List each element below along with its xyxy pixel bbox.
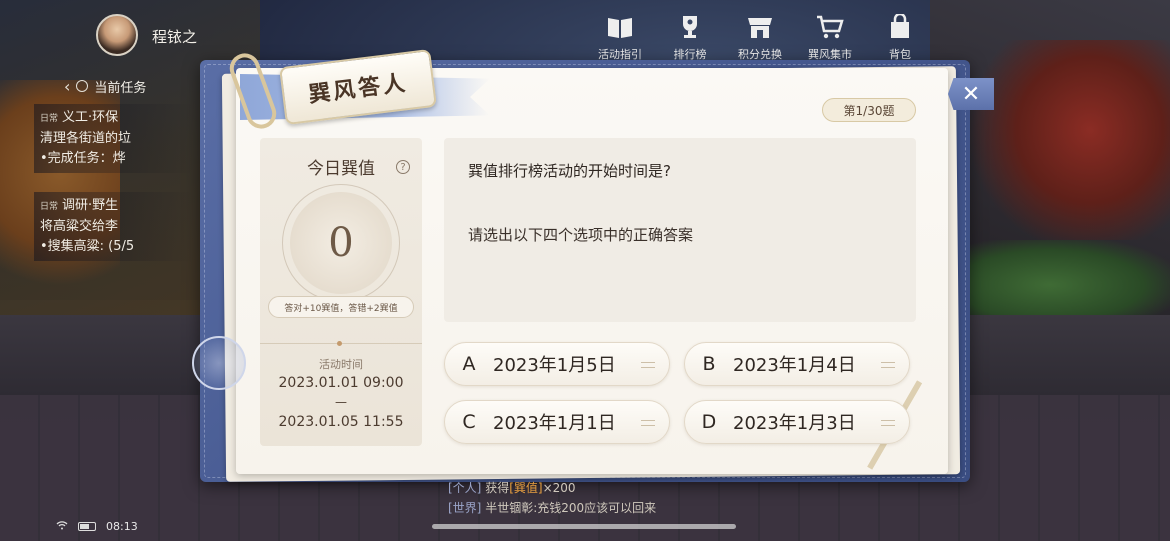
compass-decoration (192, 336, 246, 390)
battery-icon (78, 522, 96, 531)
home-indicator[interactable] (432, 524, 736, 529)
chat-text: 获得 (481, 481, 510, 495)
chat-text: 半世锢彰:充钱200应该可以回来 (481, 501, 657, 515)
task-item[interactable]: 日常 调研·野生 将高粱交给李 •搜集高粱: (5/5 (34, 192, 194, 261)
option-ornament-icon (881, 362, 895, 368)
task-header[interactable]: ‹ 当前任务 (64, 72, 214, 100)
shop-icon (745, 12, 775, 42)
score-card: 今日巽值 ? 0 答对+10巽值，答错+2巽值 活动时间 2023.01.01 … (260, 138, 422, 446)
task-progress: •完成任务：烨 (40, 151, 126, 166)
option-a-button[interactable]: A 2023年1月5日 (444, 342, 670, 386)
task-desc: 将高粱交给李 (40, 219, 119, 234)
score-value: 0 (328, 220, 354, 266)
score-circle: 0 (282, 184, 400, 302)
status-bar: 08:13 (56, 520, 138, 533)
question-hint: 请选出以下四个选项中的正确答案 (468, 226, 694, 244)
option-text: 2023年1月5日 (493, 355, 616, 376)
task-item[interactable]: 日常 义工·环保 清理各街道的垃 •完成任务：烨 (34, 104, 194, 173)
option-letter: D (701, 411, 717, 433)
option-c-button[interactable]: C 2023年1月1日 (444, 400, 670, 444)
wifi-icon (56, 520, 68, 533)
bag-icon (885, 12, 915, 42)
close-icon: ✕ (961, 81, 981, 107)
nav-points-exchange[interactable]: 积分兑换 (730, 12, 790, 62)
divider (260, 340, 422, 348)
task-progress: •搜集高粱: (5/5 (40, 239, 135, 254)
option-ornament-icon (881, 420, 895, 426)
option-ornament-icon (641, 420, 655, 426)
player-name: 程铱之 (152, 28, 198, 46)
chat-line: [个人] 获得[巽值]×200 (448, 478, 656, 498)
activity-time-start: 2023.01.01 09:00 (278, 375, 404, 391)
task-circle-icon (76, 80, 89, 92)
task-desc: 清理各街道的垃 (40, 131, 132, 146)
option-text: 2023年1月3日 (733, 413, 856, 434)
nav-market[interactable]: 巽风集市 (800, 12, 860, 62)
option-letter: A (462, 353, 476, 375)
chat-text: ×200 (542, 481, 576, 495)
activity-time-label: 活动时间 (319, 358, 363, 371)
nav-bag[interactable]: 背包 (870, 12, 930, 62)
option-d-button[interactable]: D 2023年1月3日 (684, 400, 910, 444)
option-ornament-icon (641, 362, 655, 368)
chat-line: [世界] 半世锢彰:充钱200应该可以回来 (448, 498, 656, 518)
task-tag: 日常 (40, 114, 59, 124)
help-icon[interactable]: ? (396, 160, 410, 174)
task-tag: 日常 (40, 202, 59, 212)
option-text: 2023年1月1日 (493, 413, 616, 434)
background-tree-right (970, 40, 1170, 240)
chat-item: [巽值] (509, 481, 543, 495)
task-title: 义工·环保 (62, 110, 119, 125)
cart-icon (815, 12, 845, 42)
close-button[interactable]: ✕ (948, 78, 994, 110)
option-b-button[interactable]: B 2023年1月4日 (684, 342, 910, 386)
chat-channel: [个人] (448, 481, 482, 495)
collapse-arrow-icon[interactable]: ‹ (64, 77, 70, 96)
task-title: 调研·野生 (62, 198, 119, 213)
modal-title: 巽风答人 (307, 69, 410, 108)
question-text: 巽值排行榜活动的开始时间是? (468, 162, 671, 180)
question-counter: 第1/30题 (822, 98, 916, 122)
clock: 08:13 (106, 520, 138, 533)
task-header-label: 当前任务 (94, 80, 147, 96)
nav-ranking[interactable]: 排行榜 (660, 12, 720, 62)
score-rule: 答对+10巽值，答错+2巽值 (268, 296, 414, 318)
option-letter: B (702, 353, 716, 375)
option-letter: C (462, 411, 476, 433)
question-card: 巽值排行榜活动的开始时间是? 请选出以下四个选项中的正确答案 (444, 138, 916, 322)
option-text: 2023年1月4日 (733, 355, 856, 376)
chat-channel: [世界] (448, 501, 482, 515)
activity-time-separator: — (335, 395, 347, 409)
book-icon (605, 12, 635, 42)
nav-activity-guide[interactable]: 活动指引 (590, 12, 650, 62)
trophy-icon (675, 12, 705, 42)
chat-box[interactable]: [个人] 获得[巽值]×200 [世界] 半世锢彰:充钱200应该可以回来 (448, 478, 656, 518)
player-avatar[interactable] (96, 14, 138, 56)
top-nav: 活动指引 排行榜 积分兑换 巽风集市 背包 (590, 12, 930, 62)
activity-time-end: 2023.01.05 11:55 (278, 414, 404, 430)
